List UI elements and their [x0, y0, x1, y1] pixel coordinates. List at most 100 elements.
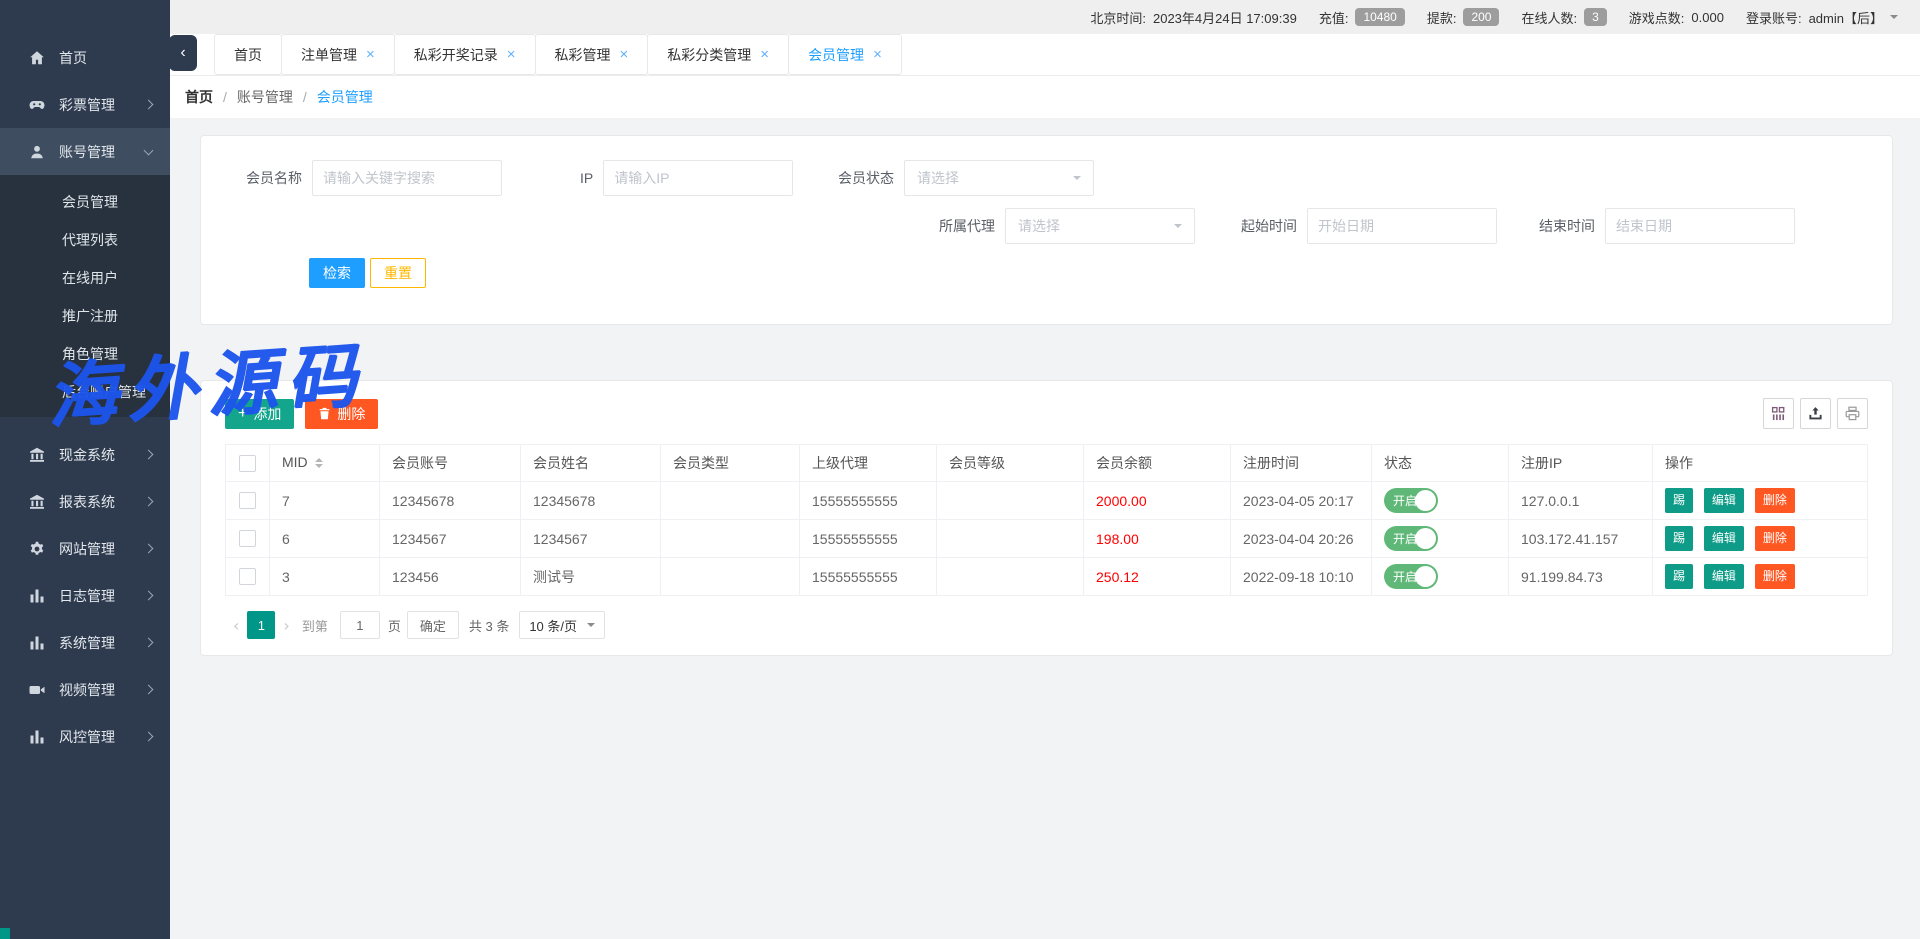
topbar-stat: 在线人数: 3 [1521, 8, 1606, 27]
page-size-select[interactable]: 10 条/页 [519, 611, 605, 639]
tab[interactable]: 私彩分类管理 × [647, 34, 789, 75]
cell-balance: 250.12 [1084, 558, 1231, 596]
breadcrumb-account[interactable]: 账号管理 [237, 87, 293, 107]
delete-row-button[interactable]: 删除 [1755, 488, 1795, 513]
member-status-select[interactable]: 请选择 [904, 160, 1094, 196]
tab[interactable]: 私彩开奖记录 × [394, 34, 536, 75]
select-all-checkbox[interactable] [239, 455, 256, 472]
members-table: MID 会员账号 会员姓名 会员类型 上级代理 会员等级 会员余额 注册时间 [225, 444, 1868, 596]
filter-columns-button[interactable] [1763, 398, 1794, 429]
row-checkbox[interactable] [239, 492, 256, 509]
sort-icon[interactable] [315, 454, 323, 472]
chevron-right-icon [144, 591, 154, 601]
sidebar-subitem[interactable]: 角色管理 [0, 335, 170, 373]
export-button[interactable] [1800, 398, 1831, 429]
kick-button[interactable]: 踢 [1665, 488, 1693, 513]
close-icon[interactable]: × [620, 47, 629, 62]
tab[interactable]: 注单管理 × [281, 34, 395, 75]
sidebar-item[interactable]: 报表系统 [0, 478, 170, 525]
toggle-knob [1415, 566, 1436, 587]
column-header[interactable]: 会员类型 [661, 445, 800, 482]
breadcrumb-home[interactable]: 首页 [185, 87, 213, 107]
sidebar-subitem[interactable]: 会员管理 [0, 183, 170, 221]
topbar-stat: 提款: 200 [1427, 8, 1500, 27]
column-header[interactable]: 会员姓名 [521, 445, 661, 482]
sidebar-item[interactable]: 系统管理 [0, 619, 170, 666]
confirm-page-button[interactable]: 确定 [407, 611, 459, 639]
status-toggle[interactable]: 开启 [1384, 564, 1438, 589]
chevron-right-icon [144, 638, 154, 648]
edit-button[interactable]: 编辑 [1704, 488, 1744, 513]
column-header[interactable]: 注册IP [1509, 445, 1653, 482]
cell-agent: 15555555555 [800, 482, 937, 520]
delete-row-button[interactable]: 删除 [1755, 526, 1795, 551]
cell-name: 12345678 [521, 482, 661, 520]
edit-button[interactable]: 编辑 [1704, 526, 1744, 551]
kick-button[interactable]: 踢 [1665, 564, 1693, 589]
account-menu[interactable]: 登录账号: admin【后】 [1746, 8, 1898, 27]
sidebar-subitem[interactable]: 在线用户 [0, 259, 170, 297]
sidebar-item[interactable]: 现金系统 [0, 431, 170, 478]
page-number-input[interactable] [340, 611, 380, 639]
reset-button[interactable]: 重置 [370, 258, 426, 288]
sidebar-item[interactable]: 视频管理 [0, 666, 170, 713]
add-button[interactable]: + 添加 [225, 399, 294, 429]
sidebar-collapse-button[interactable]: ‹ [169, 35, 197, 71]
member-name-input[interactable] [312, 160, 502, 196]
prev-page-button[interactable]: ‹ [225, 616, 247, 635]
delete-row-button[interactable]: 删除 [1755, 564, 1795, 589]
print-icon [1845, 406, 1860, 421]
column-header[interactable]: 上级代理 [800, 445, 937, 482]
column-header[interactable]: 会员账号 [380, 445, 521, 482]
row-checkbox[interactable] [239, 568, 256, 585]
caret-down-icon [1890, 15, 1898, 23]
chart-icon [28, 587, 46, 605]
search-button[interactable]: 检索 [309, 258, 365, 288]
toggle-knob [1415, 490, 1436, 511]
next-page-button[interactable]: › [275, 616, 297, 635]
sidebar-item[interactable]: 账号管理 [0, 128, 170, 175]
tab[interactable]: 会员管理 × [788, 34, 902, 75]
column-header[interactable]: 操作 [1653, 445, 1868, 482]
close-icon[interactable]: × [873, 47, 882, 62]
kick-button[interactable]: 踢 [1665, 526, 1693, 551]
column-header[interactable]: 状态 [1372, 445, 1509, 482]
agent-select[interactable]: 请选择 [1005, 208, 1195, 244]
sidebar-item[interactable]: 彩票管理 [0, 81, 170, 128]
column-header[interactable]: 会员等级 [937, 445, 1084, 482]
sidebar-subitem[interactable]: 推广注册 [0, 297, 170, 335]
sidebar-item[interactable]: 首页 [0, 34, 170, 81]
sidebar-item[interactable]: 风控管理 [0, 713, 170, 760]
column-header[interactable]: 注册时间 [1231, 445, 1372, 482]
row-checkbox[interactable] [239, 530, 256, 547]
table-row: 6 1234567 1234567 15555555555 198.00 202… [226, 520, 1868, 558]
column-header[interactable]: 会员余额 [1084, 445, 1231, 482]
tab[interactable]: 私彩管理 × [535, 34, 649, 75]
close-icon[interactable]: × [760, 47, 769, 62]
sidebar-item[interactable]: 网站管理 [0, 525, 170, 572]
current-page[interactable]: 1 [247, 611, 275, 639]
sidebar-subitem[interactable]: 后台账户管理 [0, 373, 170, 411]
ip-label: IP [580, 170, 593, 186]
edit-button[interactable]: 编辑 [1704, 564, 1744, 589]
close-icon[interactable]: × [366, 47, 375, 62]
tab[interactable]: 首页 [214, 34, 282, 75]
status-toggle[interactable]: 开启 [1384, 526, 1438, 551]
stat-label: 在线人数: [1521, 8, 1577, 27]
sidebar-subitem[interactable]: 代理列表 [0, 221, 170, 259]
sidebar-nav-top: 首页 彩票管理 账号管理 [0, 0, 170, 175]
cell-reg-time: 2023-04-05 20:17 [1231, 482, 1372, 520]
lottery-icon [28, 96, 46, 114]
chevron-down-icon [1174, 224, 1182, 232]
print-button[interactable] [1837, 398, 1868, 429]
status-toggle[interactable]: 开启 [1384, 488, 1438, 513]
column-header[interactable]: MID [270, 445, 380, 482]
end-date-input[interactable] [1605, 208, 1795, 244]
delete-button[interactable]: 删除 [305, 399, 378, 429]
sidebar-item[interactable]: 日志管理 [0, 572, 170, 619]
cell-account: 12345678 [380, 482, 521, 520]
close-icon[interactable]: × [507, 47, 516, 62]
ip-input[interactable] [603, 160, 793, 196]
start-date-input[interactable] [1307, 208, 1497, 244]
user-icon [28, 143, 46, 161]
